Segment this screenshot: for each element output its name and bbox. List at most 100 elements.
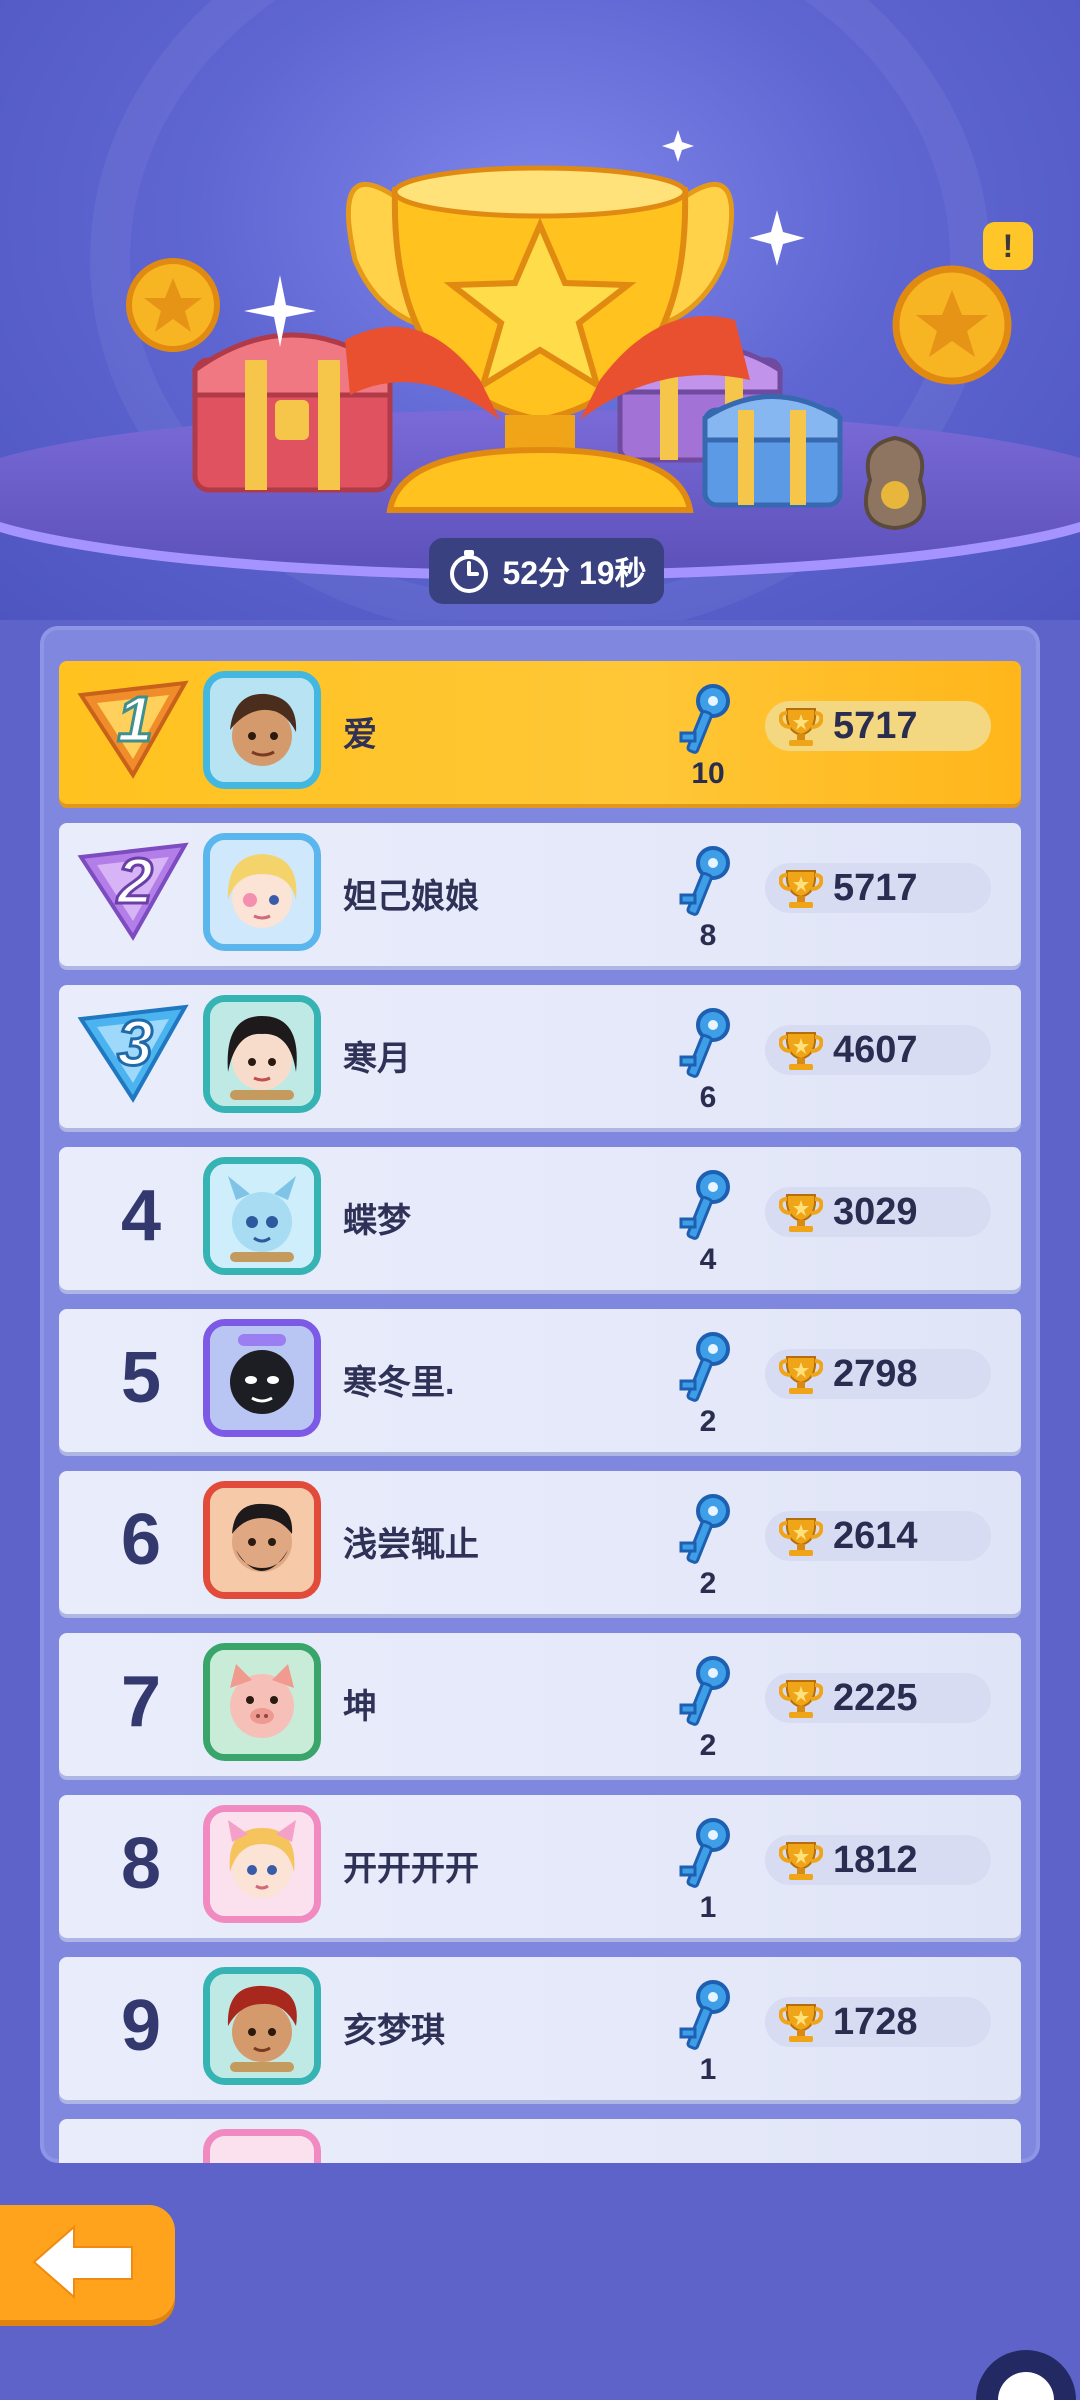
stopwatch-icon bbox=[450, 550, 489, 593]
avatar-masked-icon bbox=[210, 1326, 314, 1430]
trophy-icon bbox=[779, 870, 823, 908]
timer-text: 52分 19秒 bbox=[502, 555, 647, 591]
player-name: 亥梦琪 bbox=[343, 2012, 445, 2050]
rank-number: 8 bbox=[120, 1824, 162, 1904]
key-icon bbox=[679, 1170, 730, 1240]
key-count: 6 bbox=[699, 1081, 717, 1114]
trophy-icon bbox=[779, 1032, 823, 1070]
floating-button-dot bbox=[998, 2372, 1054, 2400]
leaderboard-row[interactable]: 9 亥梦琪 1 1728 bbox=[59, 1957, 1021, 2100]
avatar[interactable] bbox=[203, 1157, 321, 1275]
player-name: 开开开开 bbox=[343, 1850, 479, 1888]
trophy-icon bbox=[779, 708, 823, 746]
key-icon bbox=[679, 684, 730, 754]
floating-action-button[interactable] bbox=[976, 2350, 1076, 2400]
score-pill: 5717 bbox=[765, 701, 991, 751]
avatar-black-hair-icon bbox=[210, 1002, 314, 1106]
score-value: 3029 bbox=[833, 1190, 918, 1233]
key-counter: 6 bbox=[675, 1005, 741, 1115]
avatar[interactable] bbox=[203, 833, 321, 951]
key-icon bbox=[679, 1818, 730, 1888]
key-icon bbox=[679, 1494, 730, 1564]
trophy-scene bbox=[126, 130, 1012, 531]
treasure-chest-blue-icon bbox=[702, 394, 843, 508]
trophy-icon bbox=[779, 1356, 823, 1394]
coin-icon bbox=[126, 258, 220, 352]
score-value: 5717 bbox=[833, 866, 918, 909]
score-value: 1812 bbox=[833, 1838, 918, 1881]
key-icon bbox=[679, 1980, 730, 2050]
key-count: 4 bbox=[699, 1243, 717, 1276]
leaderboard-row[interactable]: 6 浅尝辄止 2 2614 bbox=[59, 1471, 1021, 1614]
avatar[interactable] bbox=[203, 1319, 321, 1437]
leaderboard-row[interactable]: 1 爱 10 5717 bbox=[59, 661, 1021, 804]
avatar[interactable] bbox=[203, 1643, 321, 1761]
key-count: 2 bbox=[699, 1729, 717, 1762]
key-count: 1 bbox=[699, 2053, 717, 2086]
player-name: 坤 bbox=[343, 1688, 377, 1726]
avatar[interactable] bbox=[203, 2129, 321, 2163]
key-counter: 2 bbox=[675, 1653, 741, 1763]
score-value: 2798 bbox=[833, 1352, 918, 1395]
key-counter: 10 bbox=[675, 681, 741, 791]
avatar[interactable] bbox=[203, 995, 321, 1113]
rank-number: 6 bbox=[120, 1500, 162, 1580]
player-name: 浅尝辄止 bbox=[343, 1526, 479, 1564]
player-name: 蝶梦 bbox=[343, 1202, 411, 1240]
player-name: 爱 bbox=[343, 716, 377, 754]
alert-badge[interactable]: ! bbox=[983, 222, 1033, 270]
rank-2-label: 2 bbox=[116, 845, 153, 917]
leaderboard-row[interactable]: 4 蝶梦 4 3029 bbox=[59, 1147, 1021, 1290]
rank-1-label: 1 bbox=[117, 683, 153, 755]
avatar-cat-girl-icon bbox=[210, 1812, 314, 1916]
key-count: 10 bbox=[691, 757, 725, 790]
trophy-icon bbox=[779, 1842, 823, 1880]
back-arrow-icon bbox=[32, 2224, 133, 2300]
leaderboard-row-partial[interactable] bbox=[59, 2119, 1021, 2163]
score-value: 4607 bbox=[833, 1028, 918, 1071]
trophy-icon bbox=[779, 1518, 823, 1556]
leaderboard-row[interactable]: 5 寒冬里. 2 2798 bbox=[59, 1309, 1021, 1452]
rank-number: 7 bbox=[120, 1662, 162, 1742]
key-counter: 2 bbox=[675, 1329, 741, 1439]
score-pill: 1728 bbox=[765, 1997, 991, 2047]
rank-number: 9 bbox=[120, 1986, 162, 2066]
score-pill: 2225 bbox=[765, 1673, 991, 1723]
key-count: 2 bbox=[699, 1405, 717, 1438]
avatar-red-hair-icon bbox=[210, 1974, 314, 2078]
key-count: 2 bbox=[699, 1567, 717, 1600]
player-name: 寒冬里. bbox=[343, 1364, 455, 1402]
score-pill: 4607 bbox=[765, 1025, 991, 1075]
avatar-blonde-icon bbox=[210, 840, 314, 944]
rank-number: 4 bbox=[120, 1176, 162, 1256]
countdown-timer: 52分 19秒 bbox=[429, 538, 664, 604]
trophy-icon bbox=[779, 2004, 823, 2042]
player-name: 妲己娘娘 bbox=[343, 878, 479, 916]
trophy-banner: ! 52分 19秒 bbox=[0, 0, 1080, 620]
key-counter: 8 bbox=[675, 843, 741, 953]
leaderboard-row[interactable]: 7 坤 2 2225 bbox=[59, 1633, 1021, 1776]
leaderboard-panel[interactable]: 1 爱 10 5717 2 妲己娘娘 8 5717 3 寒月 6 4607 4 … bbox=[40, 626, 1040, 2163]
coin-icon bbox=[892, 265, 1012, 385]
avatar-bearded-icon bbox=[210, 1488, 314, 1592]
score-value: 2225 bbox=[833, 1676, 918, 1719]
trophy-icon bbox=[779, 1680, 823, 1718]
key-counter: 4 bbox=[675, 1167, 741, 1277]
avatar-brown-hair-icon bbox=[210, 678, 314, 782]
key-counter: 2 bbox=[675, 1491, 741, 1601]
key-icon bbox=[679, 1332, 730, 1402]
rank-number: 5 bbox=[120, 1338, 162, 1418]
alert-symbol: ! bbox=[1002, 227, 1014, 264]
avatar[interactable] bbox=[203, 1481, 321, 1599]
score-pill: 3029 bbox=[765, 1187, 991, 1237]
leaderboard-row[interactable]: 3 寒月 6 4607 bbox=[59, 985, 1021, 1128]
score-value: 1728 bbox=[833, 2000, 918, 2043]
rank-3-label: 3 bbox=[117, 1007, 153, 1079]
leaderboard-row[interactable]: 2 妲己娘娘 8 5717 bbox=[59, 823, 1021, 966]
leaderboard-row[interactable]: 8 开开开开 1 1812 bbox=[59, 1795, 1021, 1938]
back-button[interactable] bbox=[0, 2205, 175, 2320]
key-count: 1 bbox=[699, 1891, 717, 1924]
avatar[interactable] bbox=[203, 671, 321, 789]
avatar[interactable] bbox=[203, 1805, 321, 1923]
avatar[interactable] bbox=[203, 1967, 321, 2085]
